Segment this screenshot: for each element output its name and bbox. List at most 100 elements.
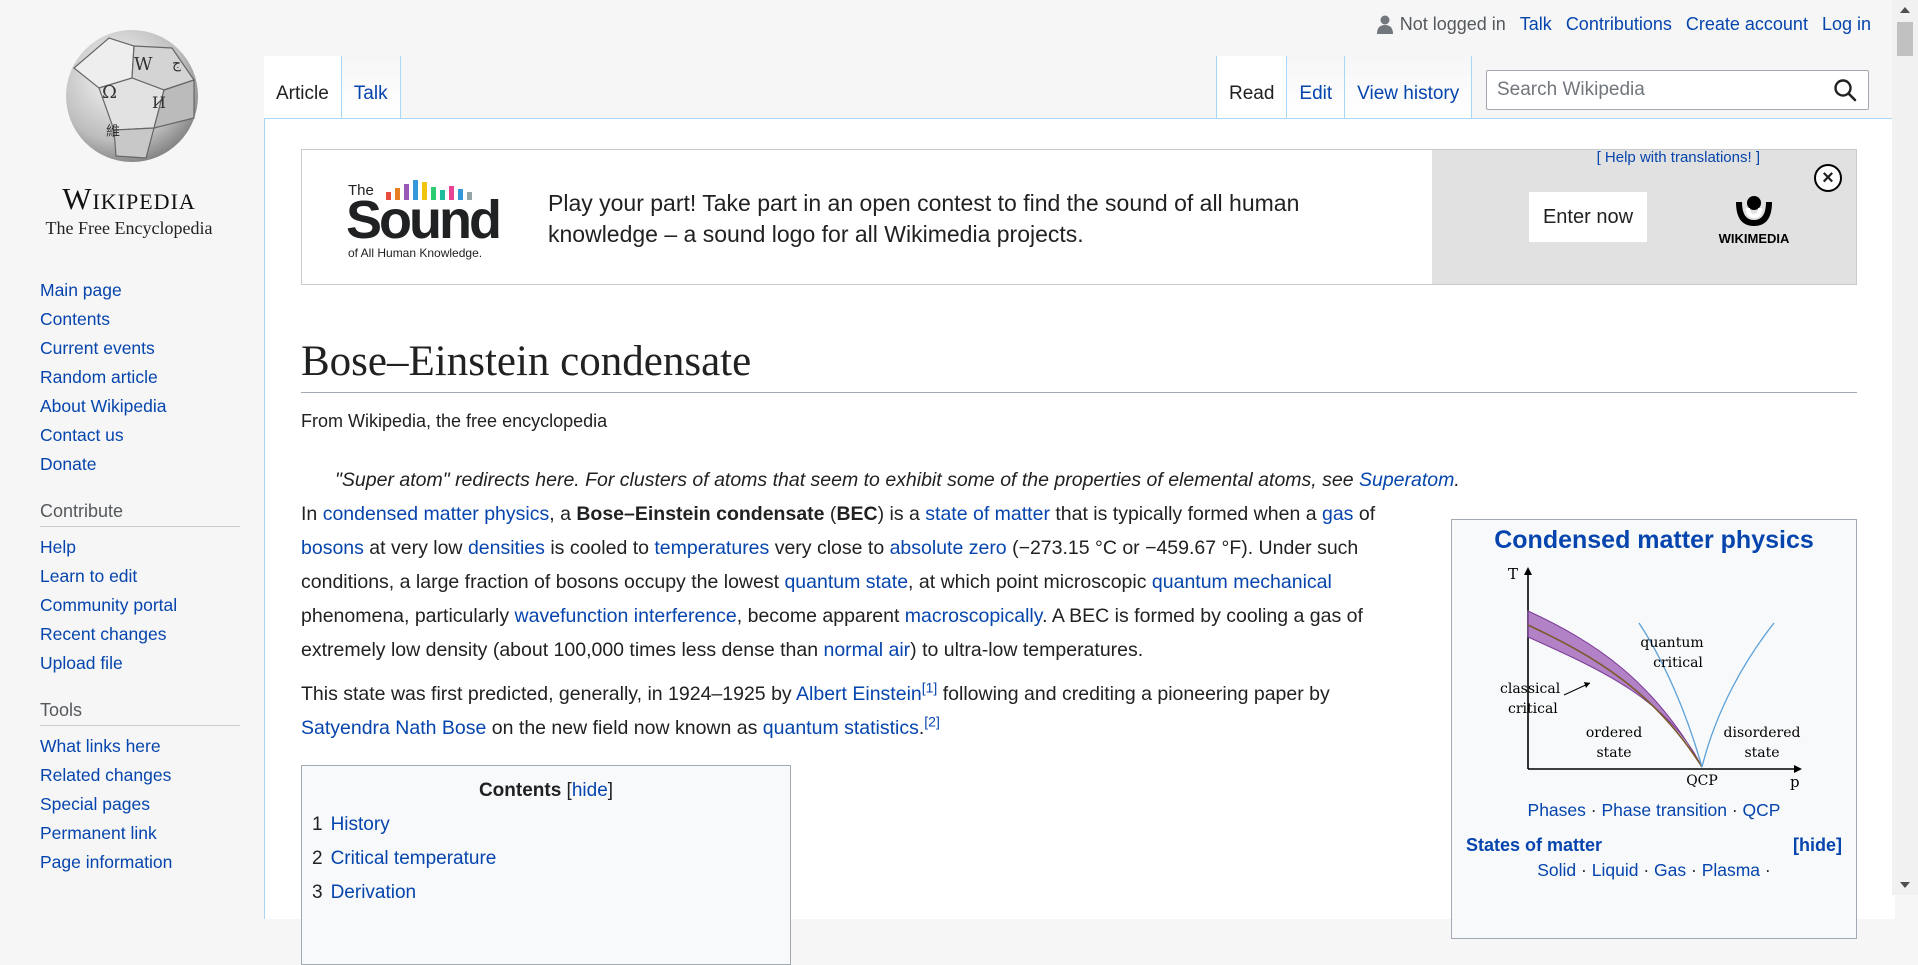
infobox-title[interactable]: Condensed matter physics xyxy=(1452,526,1856,555)
toc-link-history[interactable]: History xyxy=(331,814,390,835)
table-of-contents: Contents [hide] 1 History 2 Critical tempe… xyxy=(301,765,791,965)
link-quantum-mechanical[interactable]: quantum mechanical xyxy=(1152,571,1332,593)
section-hide-link[interactable]: [hide] xyxy=(1793,835,1842,856)
link-condensed-matter-physics[interactable]: condensed matter physics xyxy=(323,503,550,525)
sidebar-item-random-article[interactable]: Random article xyxy=(40,363,240,392)
link-gas[interactable]: gas xyxy=(1322,503,1353,525)
sidebar: Main page Contents Current events Random… xyxy=(40,276,240,877)
link-wavefunction-interference[interactable]: wavefunction interference xyxy=(515,605,737,627)
link-qcp[interactable]: QCP xyxy=(1743,800,1781,820)
link-macroscopically[interactable]: macroscopically xyxy=(905,605,1042,627)
not-logged-in-label: Not logged in xyxy=(1399,14,1506,34)
content-area: The Sound of All Human Knowledge. Play y… xyxy=(264,118,1895,965)
phase-diagram: T p quantum critical classical critical … xyxy=(1500,565,1802,791)
link-phase-transition[interactable]: Phase transition xyxy=(1601,800,1727,820)
tab-talk[interactable]: Talk xyxy=(341,56,401,118)
toc-heading: Contents xyxy=(478,780,562,801)
close-banner-button[interactable]: × xyxy=(1814,164,1842,192)
sidebar-item-about-wikipedia[interactable]: About Wikipedia xyxy=(40,392,240,421)
personal-tools: Not logged in Talk Contributions Create … xyxy=(1376,14,1871,35)
contributions-link[interactable]: Contributions xyxy=(1566,14,1672,35)
hatnote-text: "Super atom" redirects here. For cluster… xyxy=(335,469,1359,491)
sidebar-item-donate[interactable]: Donate xyxy=(40,450,240,479)
search-input[interactable] xyxy=(1487,79,1832,101)
sidebar-item-upload-file[interactable]: Upload file xyxy=(40,649,240,678)
link-absolute-zero[interactable]: absolute zero xyxy=(890,537,1007,559)
user-status: Not logged in xyxy=(1376,14,1506,35)
link-quantum-statistics[interactable]: quantum statistics xyxy=(763,717,919,739)
site-subtitle: From Wikipedia, the free encyclopedia xyxy=(301,411,608,431)
scrollbar[interactable] xyxy=(1892,0,1918,895)
sidebar-item-contact-us[interactable]: Contact us xyxy=(40,421,240,450)
sidebar-item-related-changes[interactable]: Related changes xyxy=(40,761,240,790)
axis-label-t: T xyxy=(1508,565,1518,583)
link-liquid[interactable]: Liquid xyxy=(1592,860,1639,880)
link-densities[interactable]: densities xyxy=(468,537,545,559)
label-disordered-state-1: disordered xyxy=(1724,725,1801,741)
link-gas-state[interactable]: Gas xyxy=(1654,860,1686,880)
link-albert-einstein[interactable]: Albert Einstein xyxy=(796,683,922,705)
tab-read[interactable]: Read xyxy=(1216,56,1288,118)
article-body: In condensed matter physics, a Bose–Eins… xyxy=(301,497,1421,755)
namespace-tabs: Article Talk xyxy=(264,56,401,118)
sidebar-item-help[interactable]: Help xyxy=(40,533,240,562)
link-quantum-state[interactable]: quantum state xyxy=(784,571,908,593)
sidebar-item-recent-changes[interactable]: Recent changes xyxy=(40,620,240,649)
personal-talk-link[interactable]: Talk xyxy=(1520,14,1552,35)
label-classical-critical-2: critical xyxy=(1508,701,1558,717)
label-qcp: QCP xyxy=(1686,773,1718,789)
sidebar-infobox: Condensed matter physics T p quantum cri… xyxy=(1451,519,1857,939)
infobox-links: Phases · Phase transition · QCP xyxy=(1527,800,1781,820)
toc-item[interactable]: 2 Critical temperature xyxy=(312,842,790,876)
sidebar-tools: What links here Related changes Special … xyxy=(40,732,240,877)
toc-item[interactable]: 3 Derivation xyxy=(312,876,790,910)
label-disordered-state-2: state xyxy=(1744,745,1779,761)
search-icon[interactable] xyxy=(1832,77,1858,103)
scrollbar-thumb[interactable] xyxy=(1897,22,1913,56)
toc-item[interactable]: 1 History xyxy=(312,808,790,842)
svg-text:И: И xyxy=(152,93,166,112)
sidebar-item-main-page[interactable]: Main page xyxy=(40,276,240,305)
toc-link-critical-temperature[interactable]: Critical temperature xyxy=(331,848,497,869)
sidebar-item-current-events[interactable]: Current events xyxy=(40,334,240,363)
infobox-section-states-of-matter[interactable]: States of matter [hide] xyxy=(1452,835,1856,856)
sidebar-item-special-pages[interactable]: Special pages xyxy=(40,790,240,819)
toc-hide-link[interactable]: hide xyxy=(572,780,608,801)
banner-message: Play your part! Take part in an open con… xyxy=(548,190,1300,247)
create-account-link[interactable]: Create account xyxy=(1686,14,1808,35)
citation-1[interactable]: [1] xyxy=(922,680,938,696)
link-bosons[interactable]: bosons xyxy=(301,537,364,559)
toc-link-derivation[interactable]: Derivation xyxy=(331,882,417,903)
link-phases[interactable]: Phases xyxy=(1528,800,1586,820)
banner-action-panel: [ Help with translations! ] Enter now WI… xyxy=(1432,149,1856,284)
link-solid[interactable]: Solid xyxy=(1537,860,1576,880)
sidebar-heading-tools: Tools xyxy=(40,700,240,726)
scroll-down-arrow-icon[interactable] xyxy=(1900,882,1910,888)
link-temperatures[interactable]: temperatures xyxy=(654,537,769,559)
tab-article[interactable]: Article xyxy=(264,56,342,118)
sidebar-item-permanent-link[interactable]: Permanent link xyxy=(40,819,240,848)
wikimedia-wordmark: WIKIMEDIA xyxy=(1718,231,1790,246)
wikipedia-logo[interactable]: Ω W И 維 ج Wikipedia The Free Encyclopedi… xyxy=(34,18,224,239)
section-title: States of matter xyxy=(1466,835,1603,855)
sidebar-item-learn-to-edit[interactable]: Learn to edit xyxy=(40,562,240,591)
sidebar-item-contents[interactable]: Contents xyxy=(40,305,240,334)
link-state-of-matter[interactable]: state of matter xyxy=(925,503,1050,525)
citation-2[interactable]: [2] xyxy=(924,714,940,730)
help-with-translations-link[interactable]: [ Help with translations! ] xyxy=(1597,149,1760,166)
sidebar-item-page-information[interactable]: Page information xyxy=(40,848,240,877)
scroll-up-arrow-icon[interactable] xyxy=(1900,7,1910,13)
superatom-link[interactable]: Superatom xyxy=(1359,469,1454,491)
link-normal-air[interactable]: normal air xyxy=(823,639,910,661)
tab-edit[interactable]: Edit xyxy=(1287,56,1346,118)
sidebar-item-what-links-here[interactable]: What links here xyxy=(40,732,240,761)
sidebar-item-community-portal[interactable]: Community portal xyxy=(40,591,240,620)
sidebar-heading-contribute: Contribute xyxy=(40,501,240,527)
toc-number: 2 xyxy=(312,848,323,869)
tab-view-history[interactable]: View history xyxy=(1345,56,1473,118)
log-in-link[interactable]: Log in xyxy=(1822,14,1871,35)
link-plasma[interactable]: Plasma xyxy=(1702,860,1760,880)
enter-now-button[interactable]: Enter now xyxy=(1529,192,1647,242)
hatnote-end: . xyxy=(1454,469,1460,491)
link-satyendra-nath-bose[interactable]: Satyendra Nath Bose xyxy=(301,717,486,739)
